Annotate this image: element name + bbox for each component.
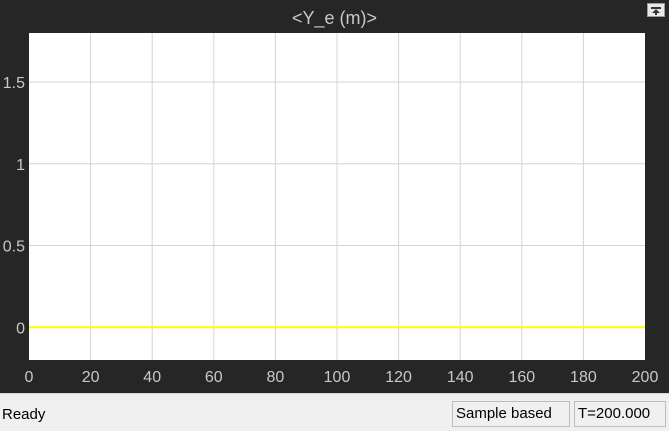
scope-figure: <Y_e (m)> 0 20 40 60 80 100 120 140 160 180 200 00… <box>0 0 669 393</box>
y-tick-label: 0.5 <box>3 239 25 256</box>
x-tick-label: 140 <box>447 369 474 386</box>
status-bar: Ready Sample based T=200.000 <box>0 393 669 431</box>
x-axis-ticks: 0 20 40 60 80 100 120 140 160 180 200 <box>25 369 659 386</box>
x-tick-label: 80 <box>267 369 285 386</box>
y-tick-label: 1 <box>16 157 25 174</box>
y-tick-label: 0 <box>16 320 25 337</box>
x-tick-label: 120 <box>385 369 412 386</box>
chart: 0 20 40 60 80 100 120 140 160 180 200 0 0.5 1 1.5 <box>3 33 659 386</box>
x-tick-label: 180 <box>570 369 597 386</box>
x-tick-label: 0 <box>25 369 34 386</box>
y-axis-ticks: 0 0.5 1 1.5 <box>3 75 25 337</box>
x-tick-label: 200 <box>632 369 659 386</box>
simulation-time-indicator: T=200.000 <box>574 401 666 427</box>
x-tick-label: 100 <box>324 369 351 386</box>
x-tick-label: 160 <box>508 369 535 386</box>
y-tick-label: 1.5 <box>3 75 25 92</box>
x-tick-label: 40 <box>143 369 161 386</box>
x-tick-label: 60 <box>205 369 223 386</box>
sample-mode-indicator: Sample based <box>452 401 570 427</box>
x-tick-label: 20 <box>82 369 100 386</box>
status-text: Ready <box>2 406 46 423</box>
